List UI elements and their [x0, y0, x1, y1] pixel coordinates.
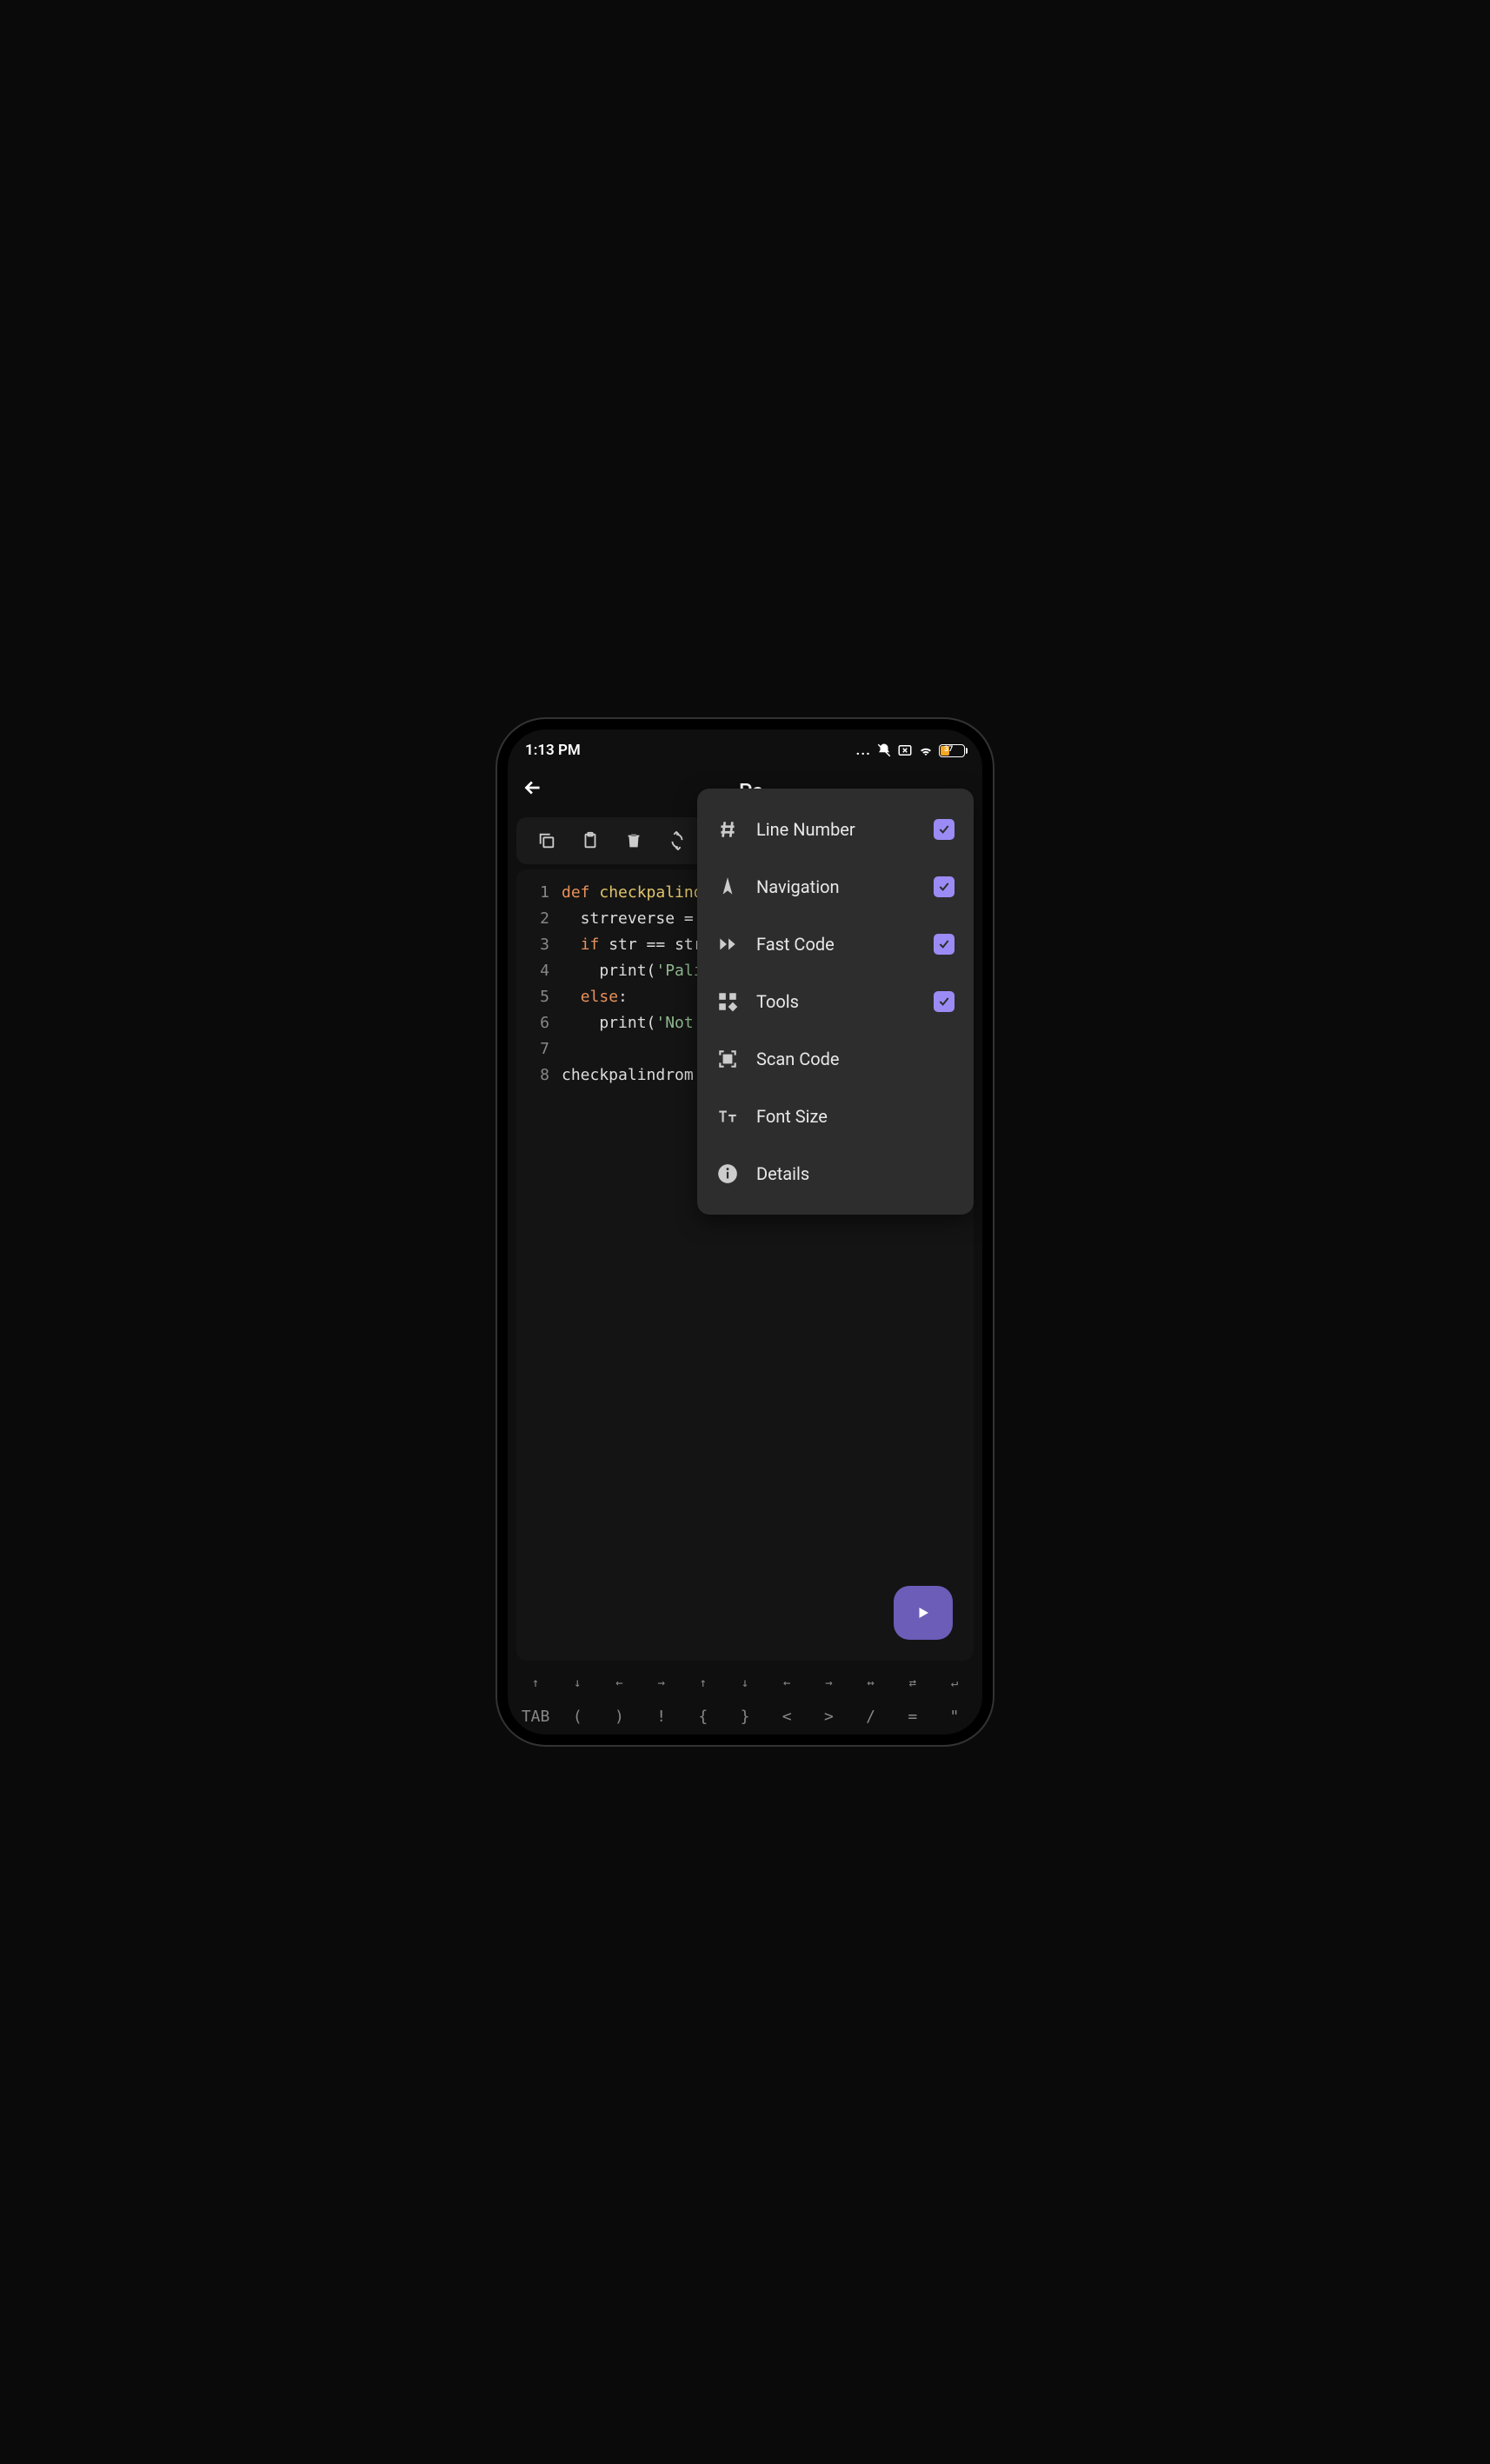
symbol-key[interactable]: {	[682, 1708, 724, 1726]
menu-item-fast-code[interactable]: Fast Code	[697, 916, 974, 973]
nav-icon	[716, 876, 739, 898]
line-number: 5	[523, 984, 549, 1010]
menu-item-label: Navigation	[756, 876, 916, 897]
checkbox-checked[interactable]	[934, 819, 955, 840]
arrow-key[interactable]: ↑	[682, 1676, 724, 1690]
arrow-key[interactable]: ↑	[515, 1676, 556, 1690]
font-icon	[716, 1105, 739, 1128]
line-number: 8	[523, 1062, 549, 1089]
checkbox-checked[interactable]	[934, 991, 955, 1012]
symbol-key[interactable]: <	[766, 1708, 808, 1726]
arrow-key[interactable]: ←	[598, 1676, 640, 1690]
line-number: 2	[523, 906, 549, 932]
symbol-key[interactable]: =	[892, 1708, 934, 1726]
status-bar: 1:13 PM ... 37	[508, 729, 982, 764]
arrow-keys-row: ↑↓←→↑↓←→↔⇄↵	[508, 1668, 982, 1699]
symbol-key[interactable]: )	[598, 1708, 640, 1726]
checkbox-checked[interactable]	[934, 876, 955, 897]
menu-item-label: Fast Code	[756, 934, 916, 955]
trash-icon[interactable]	[624, 831, 643, 850]
menu-item-scan-code[interactable]: Scan Code	[697, 1030, 974, 1088]
line-number: 6	[523, 1010, 549, 1036]
line-number: 1	[523, 880, 549, 906]
scan-icon	[716, 1048, 739, 1070]
x-box-icon	[897, 743, 913, 758]
menu-item-label: Font Size	[756, 1106, 955, 1127]
line-number: 3	[523, 932, 549, 958]
phone-frame: 1:13 PM ... 37 Pa	[497, 719, 993, 1745]
symbol-key[interactable]: !	[641, 1708, 682, 1726]
arrow-key[interactable]: ↓	[556, 1676, 598, 1690]
symbol-keys-row: TAB()!{}<>/="	[508, 1699, 982, 1735]
menu-item-details[interactable]: Details	[697, 1145, 974, 1202]
arrow-key[interactable]: ←	[766, 1676, 808, 1690]
info-icon	[716, 1162, 739, 1185]
arrow-key[interactable]: →	[808, 1676, 849, 1690]
status-time: 1:13 PM	[525, 742, 581, 759]
arrow-key[interactable]: ↓	[724, 1676, 766, 1690]
status-dots: ...	[856, 742, 872, 759]
tools-icon	[716, 990, 739, 1013]
battery-icon: 37	[939, 744, 965, 757]
run-button[interactable]	[894, 1586, 953, 1640]
checkbox-checked[interactable]	[934, 934, 955, 955]
menu-item-label: Scan Code	[756, 1049, 955, 1069]
keyboard-extras: ↑↓←→↑↓←→↔⇄↵ TAB()!{}<>/="	[508, 1668, 982, 1735]
menu-item-label: Tools	[756, 991, 916, 1012]
screen: 1:13 PM ... 37 Pa	[508, 729, 982, 1735]
symbol-key[interactable]: >	[808, 1708, 849, 1726]
line-number: 7	[523, 1036, 549, 1062]
options-menu: Line Number Navigation Fast Code Tools Scan …	[697, 789, 974, 1215]
code-content[interactable]: checkpalindrom	[562, 1062, 694, 1089]
symbol-key[interactable]: (	[556, 1708, 598, 1726]
menu-item-tools[interactable]: Tools	[697, 973, 974, 1030]
arrow-key[interactable]: ↔	[850, 1676, 892, 1690]
clipboard-icon[interactable]	[581, 831, 600, 850]
wifi-icon	[918, 743, 934, 758]
fast-icon	[716, 933, 739, 956]
symbol-key[interactable]: "	[934, 1708, 975, 1726]
menu-item-line-number[interactable]: Line Number	[697, 801, 974, 858]
status-indicators: ... 37	[856, 742, 966, 759]
menu-item-navigation[interactable]: Navigation	[697, 858, 974, 916]
menu-item-label: Details	[756, 1163, 955, 1184]
find-replace-icon[interactable]	[668, 831, 687, 850]
arrow-key[interactable]: ⇄	[892, 1676, 934, 1690]
arrow-key[interactable]: →	[641, 1676, 682, 1690]
copy-icon[interactable]	[537, 831, 556, 850]
line-number: 4	[523, 958, 549, 984]
bell-off-icon	[876, 743, 892, 758]
code-content[interactable]: else:	[562, 984, 628, 1010]
symbol-key[interactable]: }	[724, 1708, 766, 1726]
code-content[interactable]: def checkpalind	[562, 880, 703, 906]
menu-item-label: Line Number	[756, 819, 916, 840]
symbol-key[interactable]: /	[850, 1708, 892, 1726]
hash-icon	[716, 818, 739, 841]
menu-item-font-size[interactable]: Font Size	[697, 1088, 974, 1145]
arrow-key[interactable]: ↵	[934, 1676, 975, 1690]
symbol-key[interactable]: TAB	[515, 1708, 556, 1726]
